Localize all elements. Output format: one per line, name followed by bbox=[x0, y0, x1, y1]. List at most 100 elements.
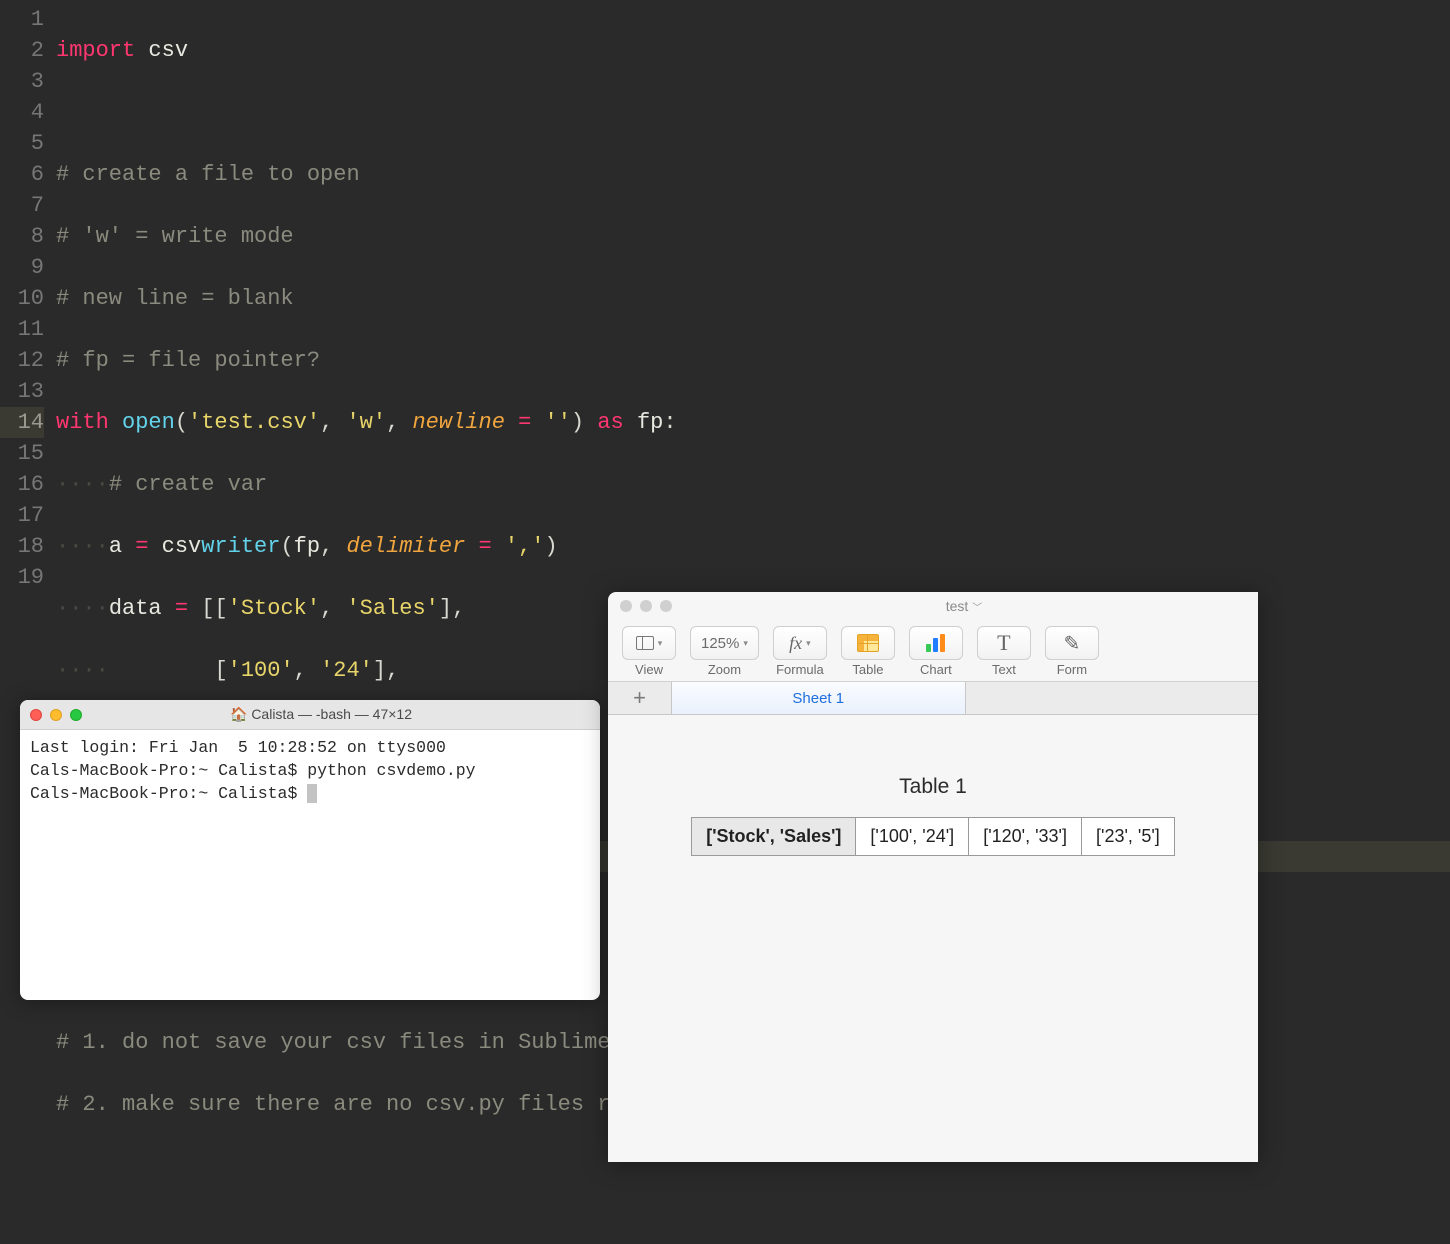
tool-table: Table bbox=[841, 626, 895, 677]
sheet-tab-empty bbox=[966, 682, 1259, 714]
chevron-down-icon: ▾ bbox=[743, 638, 748, 649]
comment: # new line = blank bbox=[56, 286, 294, 311]
keyword-as: as bbox=[597, 410, 623, 435]
keyword-with: with bbox=[56, 410, 109, 435]
tool-chart: Chart bbox=[909, 626, 963, 677]
numbers-titlebar[interactable]: test ﹀ bbox=[608, 592, 1258, 620]
line-number: 18 bbox=[0, 531, 44, 562]
minimize-button[interactable] bbox=[50, 709, 62, 721]
sheet-tab[interactable]: Sheet 1 bbox=[672, 682, 966, 714]
sheet-tabs: + Sheet 1 bbox=[608, 681, 1258, 715]
close-button[interactable] bbox=[30, 709, 42, 721]
line-number: 10 bbox=[0, 283, 44, 314]
string: 'test.csv' bbox=[188, 410, 320, 435]
code-line[interactable]: # create a file to open bbox=[56, 159, 1450, 190]
terminal-line: Last login: Fri Jan 5 10:28:52 on ttys00… bbox=[30, 738, 446, 757]
sheet-canvas[interactable]: Table 1 ['Stock', 'Sales'] ['100', '24']… bbox=[608, 715, 1258, 916]
format-button[interactable]: ✎ bbox=[1045, 626, 1099, 660]
text-button[interactable]: T bbox=[977, 626, 1031, 660]
string: 'Sales' bbox=[346, 596, 438, 621]
code-line[interactable]: # new line = blank bbox=[56, 283, 1450, 314]
chevron-down-icon: ﹀ bbox=[972, 599, 982, 614]
table-header-cell[interactable]: ['Stock', 'Sales'] bbox=[692, 818, 856, 856]
terminal-window[interactable]: 🏠 Calista — -bash — 47×12 Last login: Fr… bbox=[20, 700, 600, 1000]
line-number: 12 bbox=[0, 345, 44, 376]
tool-label: Table bbox=[852, 662, 883, 677]
table-icon bbox=[857, 634, 879, 652]
data-table[interactable]: ['Stock', 'Sales'] ['100', '24'] ['120',… bbox=[691, 817, 1175, 856]
terminal-title: 🏠 Calista — -bash — 47×12 bbox=[92, 706, 590, 723]
line-number: 6 bbox=[0, 159, 44, 190]
line-number: 8 bbox=[0, 221, 44, 252]
code-line[interactable]: ····a = csvwriter(fp, delimiter = ',') bbox=[56, 531, 1450, 562]
minimize-button[interactable] bbox=[640, 600, 652, 612]
table-row: ['Stock', 'Sales'] ['100', '24'] ['120',… bbox=[692, 818, 1175, 856]
table-button[interactable] bbox=[841, 626, 895, 660]
line-number: 3 bbox=[0, 66, 44, 97]
tool-label: Form bbox=[1057, 662, 1087, 677]
chevron-down-icon: ▾ bbox=[806, 638, 811, 649]
line-number: 15 bbox=[0, 438, 44, 469]
fn-open: open bbox=[122, 410, 175, 435]
maximize-button[interactable] bbox=[660, 600, 672, 612]
formula-icon: fx bbox=[789, 633, 802, 654]
document-title[interactable]: test ﹀ bbox=[682, 598, 1246, 614]
chevron-down-icon: ▾ bbox=[658, 638, 663, 649]
tool-text: T Text bbox=[977, 626, 1031, 677]
terminal-body[interactable]: Last login: Fri Jan 5 10:28:52 on ttys00… bbox=[20, 730, 600, 811]
chart-icon bbox=[926, 634, 945, 652]
line-number-gutter: 1 2 3 4 5 6 7 8 9 10 11 12 13 14 15 16 1… bbox=[0, 4, 56, 1244]
code-line[interactable] bbox=[56, 97, 1450, 128]
line-number: 13 bbox=[0, 376, 44, 407]
maximize-button[interactable] bbox=[70, 709, 82, 721]
code-line[interactable]: # fp = file pointer? bbox=[56, 345, 1450, 376]
tool-label: Chart bbox=[920, 662, 952, 677]
chart-button[interactable] bbox=[909, 626, 963, 660]
comment: # create a file to open bbox=[56, 162, 360, 187]
window-controls bbox=[30, 709, 82, 721]
string: ',' bbox=[505, 534, 545, 559]
code-line[interactable]: # 'w' = write mode bbox=[56, 221, 1450, 252]
table-cell[interactable]: ['23', '5'] bbox=[1082, 818, 1175, 856]
table-title[interactable]: Table 1 bbox=[899, 775, 967, 799]
sheet-tab-label: Sheet 1 bbox=[792, 690, 844, 707]
line-number: 19 bbox=[0, 562, 44, 593]
string: '' bbox=[545, 410, 571, 435]
line-number: 9 bbox=[0, 252, 44, 283]
line-number: 2 bbox=[0, 35, 44, 66]
code-line[interactable]: import csv bbox=[56, 35, 1450, 66]
comment: # 'w' = write mode bbox=[56, 224, 294, 249]
fn-writer: writer bbox=[201, 534, 280, 559]
tool-formula: fx ▾ Formula bbox=[773, 626, 827, 677]
formula-button[interactable]: fx ▾ bbox=[773, 626, 827, 660]
table-cell[interactable]: ['120', '33'] bbox=[969, 818, 1082, 856]
tool-view: ▾ View bbox=[622, 626, 676, 677]
terminal-line: Cals-MacBook-Pro:~ Calista$ python csvde… bbox=[30, 761, 476, 780]
zoom-button[interactable]: 125% ▾ bbox=[690, 626, 759, 660]
comment: # create var bbox=[109, 472, 267, 497]
view-button[interactable]: ▾ bbox=[622, 626, 676, 660]
line-number: 1 bbox=[0, 4, 44, 35]
code-line[interactable]: ····# create var bbox=[56, 469, 1450, 500]
numbers-window[interactable]: test ﹀ ▾ View 125% ▾ Zoom fx ▾ Formula bbox=[608, 592, 1258, 1162]
terminal-prompt: Cals-MacBook-Pro:~ Calista$ bbox=[30, 784, 307, 803]
tool-label: Zoom bbox=[708, 662, 741, 677]
code-line[interactable]: with open('test.csv', 'w', newline = '')… bbox=[56, 407, 1450, 438]
tool-label: Formula bbox=[776, 662, 824, 677]
close-button[interactable] bbox=[620, 600, 632, 612]
home-icon: 🏠 bbox=[230, 706, 247, 722]
module-name: csv bbox=[148, 38, 188, 63]
string: '100' bbox=[228, 658, 294, 683]
kwarg-delimiter: delimiter bbox=[346, 534, 465, 559]
table-cell[interactable]: ['100', '24'] bbox=[856, 818, 969, 856]
kwarg-newline: newline bbox=[412, 410, 504, 435]
tool-label: Text bbox=[992, 662, 1016, 677]
window-controls bbox=[620, 600, 672, 612]
add-sheet-button[interactable]: + bbox=[608, 682, 672, 714]
view-icon bbox=[636, 636, 654, 650]
brush-icon: ✎ bbox=[1064, 631, 1081, 656]
plus-icon: + bbox=[633, 685, 646, 711]
line-number: 5 bbox=[0, 128, 44, 159]
toolbar: ▾ View 125% ▾ Zoom fx ▾ Formula Table bbox=[608, 620, 1258, 681]
terminal-titlebar[interactable]: 🏠 Calista — -bash — 47×12 bbox=[20, 700, 600, 730]
